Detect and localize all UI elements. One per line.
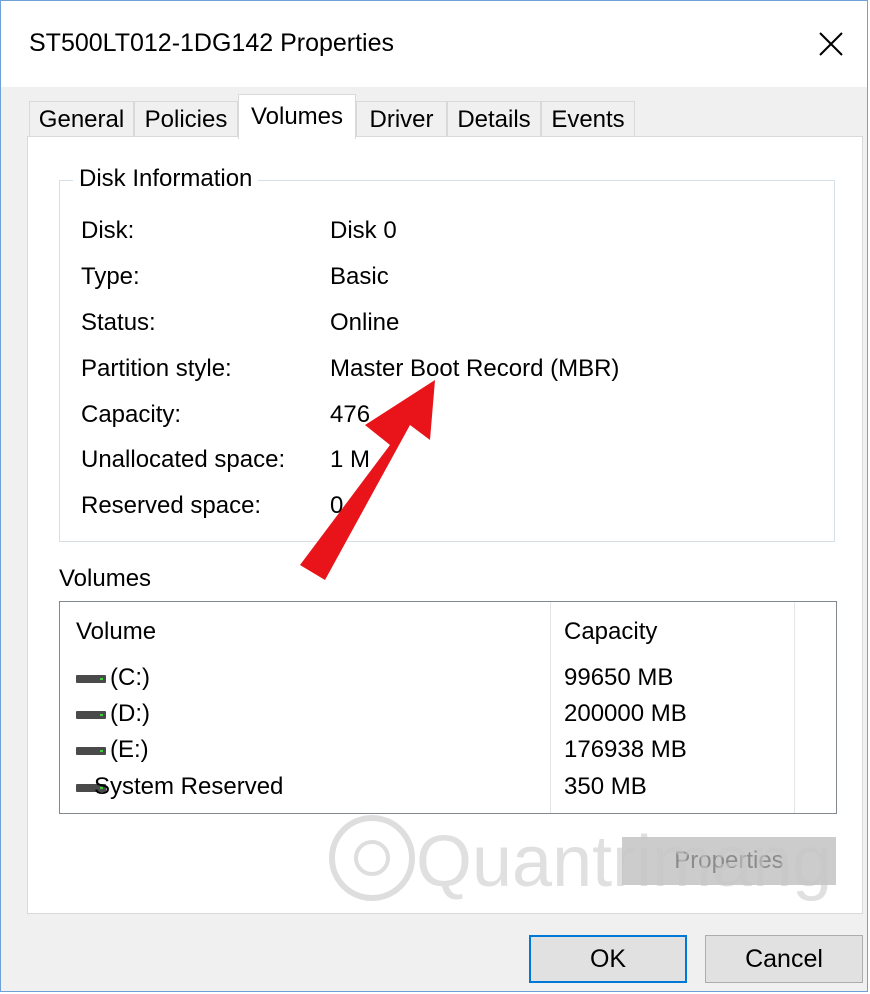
drive-icon: [76, 711, 106, 719]
properties-button[interactable]: Properties: [622, 837, 836, 885]
disk-information-title: Disk Information: [73, 165, 259, 193]
column-header-capacity[interactable]: Capacity: [564, 618, 657, 646]
unallocated-space-value: 1 M: [330, 446, 371, 473]
ok-button[interactable]: OK: [529, 935, 687, 983]
reserved-space-label: Reserved space:: [81, 492, 262, 519]
partition-style-value: Master Boot Record (MBR): [330, 355, 620, 382]
disk-label: Disk:: [81, 217, 135, 244]
drive-icon: [76, 675, 106, 683]
close-button[interactable]: [795, 1, 867, 87]
volume-capacity: 176938 MB: [564, 736, 687, 763]
tab-events[interactable]: Events: [541, 101, 635, 137]
tab-volumes[interactable]: Volumes: [238, 94, 356, 139]
reserved-space-value: 0: [330, 492, 344, 519]
disk-information-group: Disk Information Disk: Disk 0 Type: Basi…: [59, 165, 835, 542]
capacity-value: 476: [330, 401, 371, 428]
tab-details[interactable]: Details: [447, 101, 541, 137]
drive-icon: [76, 747, 106, 755]
capacity-label: Capacity:: [81, 401, 182, 428]
tab-policies[interactable]: Policies: [134, 101, 238, 137]
unallocated-space-label: Unallocated space:: [81, 446, 286, 473]
partition-style-label: Partition style:: [81, 355, 232, 382]
status-value: Online: [330, 309, 400, 336]
type-value: Basic: [330, 263, 389, 290]
volume-capacity: 99650 MB: [564, 664, 674, 691]
volume-row[interactable]: (E:) 176938 MB: [60, 736, 836, 772]
volume-row[interactable]: (C:) 99650 MB: [60, 664, 836, 700]
volume-capacity: 350 MB: [564, 773, 647, 800]
tab-driver[interactable]: Driver: [356, 101, 447, 137]
status-label: Status:: [81, 309, 156, 336]
volumes-heading: Volumes: [59, 565, 152, 592]
type-label: Type:: [81, 263, 140, 290]
column-header-volume[interactable]: Volume: [76, 618, 156, 646]
window-title: ST500LT012-1DG142 Properties: [29, 29, 395, 57]
properties-dialog: ST500LT012-1DG142 Properties General Pol…: [0, 0, 868, 992]
volumes-panel: Disk Information Disk: Disk 0 Type: Basi…: [27, 136, 863, 914]
title-bar: ST500LT012-1DG142 Properties: [1, 1, 867, 87]
close-icon: [819, 32, 843, 56]
volume-name: (E:): [110, 736, 149, 763]
volume-name: System Reserved: [94, 773, 284, 800]
volume-name: (C:): [110, 664, 150, 691]
volumes-list[interactable]: Volume Capacity (C:) 99650 MB (D:) 20000…: [59, 601, 837, 814]
disk-value: Disk 0: [330, 217, 397, 244]
volume-row[interactable]: System Reserved 350 MB: [60, 773, 836, 809]
cancel-button[interactable]: Cancel: [705, 935, 863, 983]
volume-capacity: 200000 MB: [564, 700, 687, 727]
volume-row[interactable]: (D:) 200000 MB: [60, 700, 836, 736]
tab-general[interactable]: General: [29, 101, 134, 137]
volume-name: (D:): [110, 700, 150, 727]
